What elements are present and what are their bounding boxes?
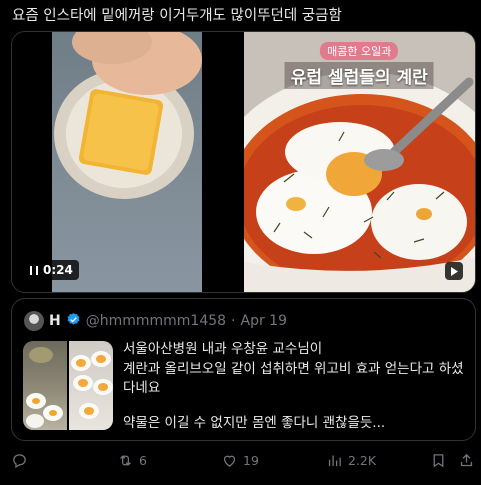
quote-line: 약물은 이길 수 없지만 몸엔 좋다니 괜찮을듯... xyxy=(123,414,386,431)
quote-author-name[interactable]: H xyxy=(49,313,61,329)
share-button[interactable] xyxy=(458,452,475,469)
play-icon[interactable] xyxy=(445,262,463,280)
quote-body: 서울아산병원 내과 우창윤 교수님이 계란과 올리브오일 같이 섭취하면 위고비… xyxy=(123,340,468,433)
repost-icon xyxy=(120,455,131,466)
quote-author-handle[interactable]: @hmmmmmm1458 xyxy=(86,313,226,329)
quote-header: H @hmmmmmm1458 · Apr 19 xyxy=(24,311,287,331)
video-right[interactable]: 매콤한 오일과 유럽 셀럽들의 계란 xyxy=(243,32,475,292)
quote-line: 서울아산병원 내과 우창윤 교수님이 xyxy=(123,341,323,357)
repost-count: 6 xyxy=(139,453,147,468)
thumbnail-image-right xyxy=(69,341,113,430)
quote-thumbnail[interactable] xyxy=(23,341,113,430)
video-tag: 매콤한 오일과 xyxy=(320,42,399,60)
post-text: 요즘 인스타에 밑에꺼랑 이거두개도 많이뚜던데 궁금함 xyxy=(12,8,342,24)
views-count: 2.2K xyxy=(348,453,377,468)
cheese-bowl-image xyxy=(54,32,202,199)
like-count: 19 xyxy=(243,453,259,468)
share-icon xyxy=(460,453,473,467)
quote-separator: · xyxy=(231,313,236,329)
bookmark-button[interactable] xyxy=(430,452,447,469)
video-left-frame xyxy=(52,32,202,292)
thumbnail-image-left xyxy=(23,341,67,430)
views-button[interactable]: 2.2K xyxy=(326,452,376,469)
quote-line: 계란과 올리브오일 같이 섭취하면 위고비 효과 얻는다고 하셨 xyxy=(123,360,464,377)
reply-button[interactable] xyxy=(11,452,33,469)
quote-line: 다네요 xyxy=(123,380,161,396)
like-button[interactable]: 19 xyxy=(221,452,259,469)
video-duration[interactable]: 0:24 xyxy=(24,260,79,280)
pause-icon xyxy=(30,265,38,275)
avatar[interactable] xyxy=(24,311,44,331)
like-icon xyxy=(223,455,236,467)
reply-icon xyxy=(13,454,26,469)
verified-icon xyxy=(66,312,81,331)
repost-button[interactable]: 6 xyxy=(117,452,147,469)
duration-label: 0:24 xyxy=(43,263,73,277)
quote-date[interactable]: Apr 19 xyxy=(241,313,287,329)
views-icon xyxy=(328,455,341,467)
quoted-post[interactable]: H @hmmmmmm1458 · Apr 19 서울아산병원 내과 우창윤 교수… xyxy=(11,298,476,441)
media-grid: 0:24 매콤한 오일과 유럽 셀럽들의 계란 xyxy=(11,31,476,293)
video-left[interactable]: 0:24 xyxy=(12,32,243,292)
video-title: 유럽 셀럽들의 계란 xyxy=(284,62,434,89)
bookmark-icon xyxy=(433,454,444,468)
action-bar: 6 19 2.2K xyxy=(0,450,481,472)
